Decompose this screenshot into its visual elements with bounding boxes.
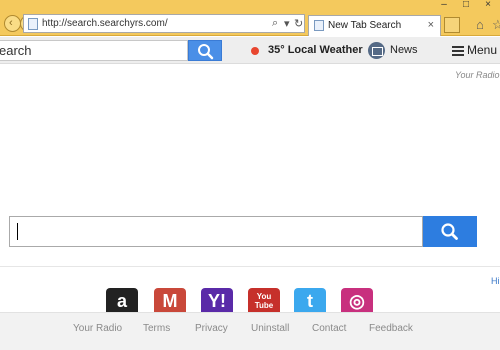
tab-page-icon bbox=[314, 20, 324, 31]
tab-close-icon[interactable]: × bbox=[428, 19, 434, 31]
address-bar[interactable]: http://search.searchyrs.com/ ⌕ ▾ ↻ bbox=[23, 14, 305, 33]
news-link[interactable]: News bbox=[390, 44, 418, 56]
gmail-tile[interactable]: M bbox=[154, 288, 186, 312]
footer-link-uninstall[interactable]: Uninstall bbox=[251, 323, 289, 334]
yahoo-glyph: Y! bbox=[208, 291, 226, 311]
address-url: http://search.searchyrs.com/ bbox=[42, 18, 168, 29]
tab-title: New Tab Search bbox=[328, 20, 402, 31]
footer: Your Radio Terms Privacy Uninstall Conta… bbox=[0, 312, 500, 350]
magnifier-icon bbox=[441, 223, 458, 240]
amazon-tile[interactable]: a bbox=[106, 288, 138, 312]
toolbar-search-button[interactable] bbox=[188, 40, 222, 61]
news-icon[interactable] bbox=[368, 42, 385, 59]
new-tab-button[interactable] bbox=[444, 17, 460, 33]
page-icon bbox=[28, 18, 38, 30]
minimize-icon[interactable]: – bbox=[434, 0, 454, 10]
extension-toolbar: 35° Local Weather News Menu bbox=[0, 37, 500, 64]
amazon-glyph: a bbox=[116, 291, 127, 311]
weather-icon[interactable] bbox=[251, 47, 259, 55]
refresh-icon[interactable]: ↻ bbox=[294, 17, 303, 30]
favorites-star-icon[interactable]: ☆ bbox=[492, 17, 500, 33]
footer-link-contact[interactable]: Contact bbox=[312, 323, 346, 334]
footer-link-terms[interactable]: Terms bbox=[143, 323, 170, 334]
footer-link-privacy[interactable]: Privacy bbox=[195, 323, 228, 334]
content-divider bbox=[0, 266, 500, 267]
instagram-glyph: ◎ bbox=[349, 291, 365, 311]
close-window-icon[interactable]: × bbox=[478, 0, 498, 10]
text-caret bbox=[17, 223, 18, 240]
twitter-tile[interactable]: t bbox=[294, 288, 326, 312]
back-arrow-icon: ‹ bbox=[9, 17, 13, 29]
hint-link[interactable]: Hi bbox=[491, 276, 500, 286]
instagram-tile[interactable]: ◎ bbox=[341, 288, 373, 312]
dropdown-icon[interactable]: ▾ bbox=[284, 17, 290, 30]
main-search-input[interactable] bbox=[10, 217, 415, 246]
page: – □ × ‹ › http://search.searchyrs.com/ ⌕… bbox=[0, 0, 500, 350]
browser-chrome: – □ × ‹ › http://search.searchyrs.com/ ⌕… bbox=[0, 0, 500, 36]
menu-button[interactable]: Menu bbox=[467, 43, 497, 57]
home-icon[interactable]: ⌂ bbox=[476, 17, 484, 32]
yahoo-tile[interactable]: Y! bbox=[201, 288, 233, 312]
tab-new-tab-search[interactable]: New Tab Search × bbox=[308, 15, 441, 36]
weather-link[interactable]: 35° Local Weather bbox=[268, 44, 363, 56]
twitter-glyph: t bbox=[307, 291, 313, 311]
main-search-box bbox=[9, 216, 423, 247]
hamburger-menu-icon[interactable] bbox=[452, 46, 464, 56]
toolbar-search-box bbox=[0, 40, 188, 61]
footer-link-your-radio[interactable]: Your Radio bbox=[73, 323, 122, 334]
toolbar-search-input[interactable] bbox=[0, 41, 179, 60]
footer-link-feedback[interactable]: Feedback bbox=[369, 323, 413, 334]
magnifier-icon bbox=[198, 44, 214, 60]
search-icon[interactable]: ⌕ bbox=[272, 17, 278, 30]
gmail-glyph: M bbox=[162, 291, 178, 311]
brand-label: Your Radio bbox=[455, 70, 500, 80]
main-search-button[interactable] bbox=[423, 216, 477, 247]
back-button[interactable]: ‹ bbox=[4, 15, 21, 32]
youtube-glyph: You Tube bbox=[254, 292, 274, 310]
youtube-tile[interactable]: You Tube bbox=[248, 288, 280, 312]
maximize-icon[interactable]: □ bbox=[456, 0, 476, 10]
